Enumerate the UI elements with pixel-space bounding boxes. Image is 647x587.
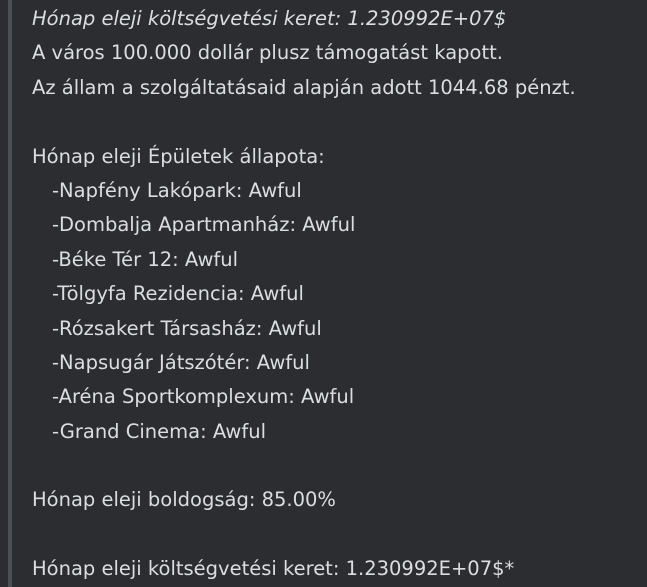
budget-header-italic: Hónap eleji költségvetési keret: 1.23099… — [32, 7, 507, 30]
message-embed: Hónap eleji költségvetési keret: 1.23099… — [0, 0, 647, 587]
message-content: Hónap eleji költségvetési keret: 1.23099… — [32, 2, 647, 587]
building-item: -Dombalja Apartmanház: Awful — [52, 213, 356, 237]
building-item: -Rózsakert Társasház: Awful — [52, 316, 322, 340]
building-item: -Aréna Sportkomplexum: Awful — [52, 385, 355, 409]
budget-line: Hónap eleji költségvetési keret: 1.23099… — [32, 557, 515, 581]
building-item: -Grand Cinema: Awful — [52, 419, 267, 443]
building-item: -Napsugár Játszótér: Awful — [52, 350, 310, 374]
building-item: -Napfény Lakópark: Awful — [52, 178, 302, 202]
building-item: -Béke Tér 12: Awful — [52, 247, 239, 271]
buildings-title: Hónap eleji Épületek állapota: — [32, 144, 325, 168]
embed-accent-bar — [8, 0, 12, 587]
happiness-line: Hónap eleji boldogság: 85.00% — [32, 488, 336, 512]
state-payment-line: Az állam a szolgáltatásaid alapján adott… — [32, 75, 576, 99]
support-line: A város 100.000 dollár plusz támogatást … — [32, 41, 503, 65]
building-item: -Tölgyfa Rezidencia: Awful — [52, 282, 304, 306]
